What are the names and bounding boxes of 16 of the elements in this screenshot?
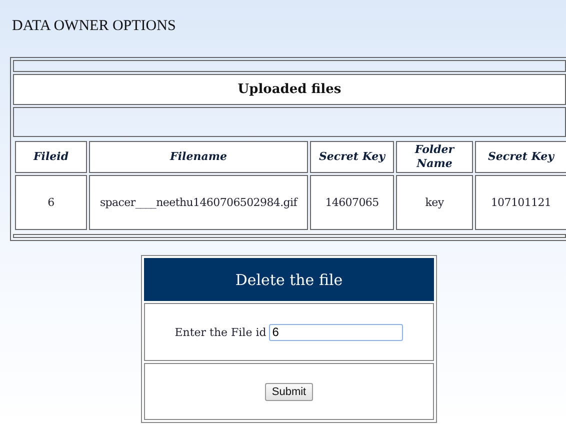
table-caption: Uploaded files bbox=[13, 74, 566, 105]
form-header: Delete the file bbox=[144, 258, 434, 301]
table-cell: 6 bbox=[15, 175, 87, 230]
column-header: Secret Key bbox=[310, 141, 394, 173]
submit-button[interactable]: Submit bbox=[264, 382, 314, 400]
table-cell: 107101121 bbox=[475, 175, 566, 230]
page-title: DATA OWNER OPTIONS bbox=[11, 17, 177, 36]
file-id-field[interactable]: 6 bbox=[269, 324, 404, 340]
column-header: Folder Name bbox=[396, 141, 473, 173]
table-cell: spacer____neethu1460706502984.gif bbox=[89, 175, 308, 230]
table-cell: key bbox=[396, 175, 473, 230]
column-header: Filename bbox=[89, 141, 308, 173]
column-header: Fileid bbox=[15, 141, 87, 173]
table-cell: 14607065 bbox=[310, 175, 394, 230]
file-id-label: Enter the File id bbox=[174, 326, 266, 338]
column-header: Secret Key bbox=[475, 141, 566, 173]
